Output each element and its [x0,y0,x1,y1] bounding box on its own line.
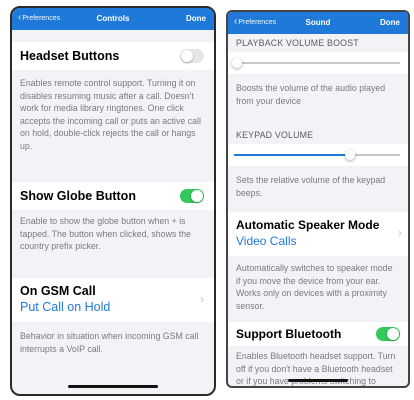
navigation-bar: ‹ Preferences Controls Done [12,8,214,30]
on-gsm-call-value: Put Call on Hold [20,300,111,314]
home-indicator [288,379,348,382]
show-globe-button-label: Show Globe Button [20,189,136,203]
show-globe-button-row[interactable]: Show Globe Button [12,182,214,210]
toggle-knob [387,328,399,340]
keypad-volume-knob[interactable] [345,150,356,160]
page-title: Controls [96,14,130,23]
support-bluetooth-row[interactable]: Support Bluetooth [228,322,408,346]
automatic-speaker-mode-description: Automatically switches to speaker mode i… [236,263,393,311]
chevron-right-icon: › [398,226,402,240]
done-button[interactable]: Done [380,18,400,27]
playback-volume-description: Boosts the volume of the audio played fr… [236,83,386,106]
playback-volume-boost-header: PLAYBACK VOLUME BOOST [236,38,359,48]
automatic-speaker-mode-row[interactable]: Automatic Speaker Mode Video Calls › [228,212,408,256]
playback-volume-slider[interactable] [234,62,400,64]
keypad-volume-header: KEYPAD VOLUME [236,130,314,140]
headset-buttons-description: Enables remote control support. Turning … [20,78,201,151]
home-indicator [68,385,158,388]
show-globe-button-toggle[interactable] [180,189,204,203]
keypad-volume-description: Sets the relative volume of the keypad b… [236,175,386,198]
screenshot-canvas: ‹ Preferences Controls Done Headset Butt… [0,0,414,400]
done-button[interactable]: Done [186,14,206,23]
playback-volume-slider-row [228,52,408,74]
show-globe-button-description: Enable to show the globe button when + i… [20,216,191,252]
navigation-bar: ‹ Preferences Sound Done [228,12,408,34]
support-bluetooth-description: Enables Bluetooth headset support. Turn … [236,351,396,387]
support-bluetooth-toggle[interactable] [376,327,400,341]
chevron-right-icon: › [200,292,204,306]
on-gsm-call-row[interactable]: On GSM Call Put Call on Hold › [12,278,214,322]
headset-buttons-toggle[interactable] [180,49,204,63]
on-gsm-call-description: Behavior in situation when incoming GSM … [20,331,199,354]
toggle-knob [181,50,193,62]
on-gsm-call-label: On GSM Call [20,284,96,298]
headset-buttons-label: Headset Buttons [20,49,120,63]
keypad-volume-slider-row [228,144,408,166]
automatic-speaker-mode-value: Video Calls [236,234,297,248]
headset-buttons-row[interactable]: Headset Buttons [12,42,214,70]
settings-list: PLAYBACK VOLUME BOOST Boosts the volume … [228,34,408,386]
support-bluetooth-label: Support Bluetooth [236,327,342,341]
playback-volume-knob[interactable] [232,58,243,68]
automatic-speaker-mode-label: Automatic Speaker Mode [236,218,380,232]
settings-list: Headset Buttons Enables remote control s… [12,30,214,394]
toggle-knob [191,190,203,202]
sound-screen: ‹ Preferences Sound Done PLAYBACK VOLUME… [226,10,410,388]
keypad-volume-fill [234,154,351,156]
controls-screen: ‹ Preferences Controls Done Headset Butt… [10,6,216,396]
